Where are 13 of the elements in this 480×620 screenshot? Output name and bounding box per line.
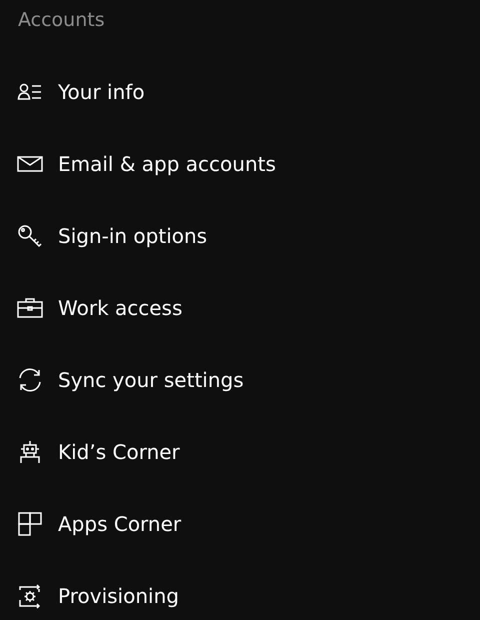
settings-item[interactable]: Sync your settings <box>0 344 480 416</box>
settings-item[interactable]: Sign-in options <box>0 200 480 272</box>
settings-item[interactable]: Kid’s Corner <box>0 416 480 488</box>
key-icon <box>17 223 43 249</box>
section-title: Accounts <box>18 9 105 31</box>
gear-icon <box>17 583 43 609</box>
settings-item[interactable]: Apps Corner <box>0 488 480 560</box>
grid-icon <box>17 511 43 537</box>
settings-item[interactable]: Email & app accounts <box>0 128 480 200</box>
settings-item[interactable]: Your info <box>0 56 480 128</box>
settings-item[interactable]: Work access <box>0 272 480 344</box>
settings-item[interactable]: Provisioning <box>0 560 480 620</box>
sync-icon <box>17 367 43 393</box>
